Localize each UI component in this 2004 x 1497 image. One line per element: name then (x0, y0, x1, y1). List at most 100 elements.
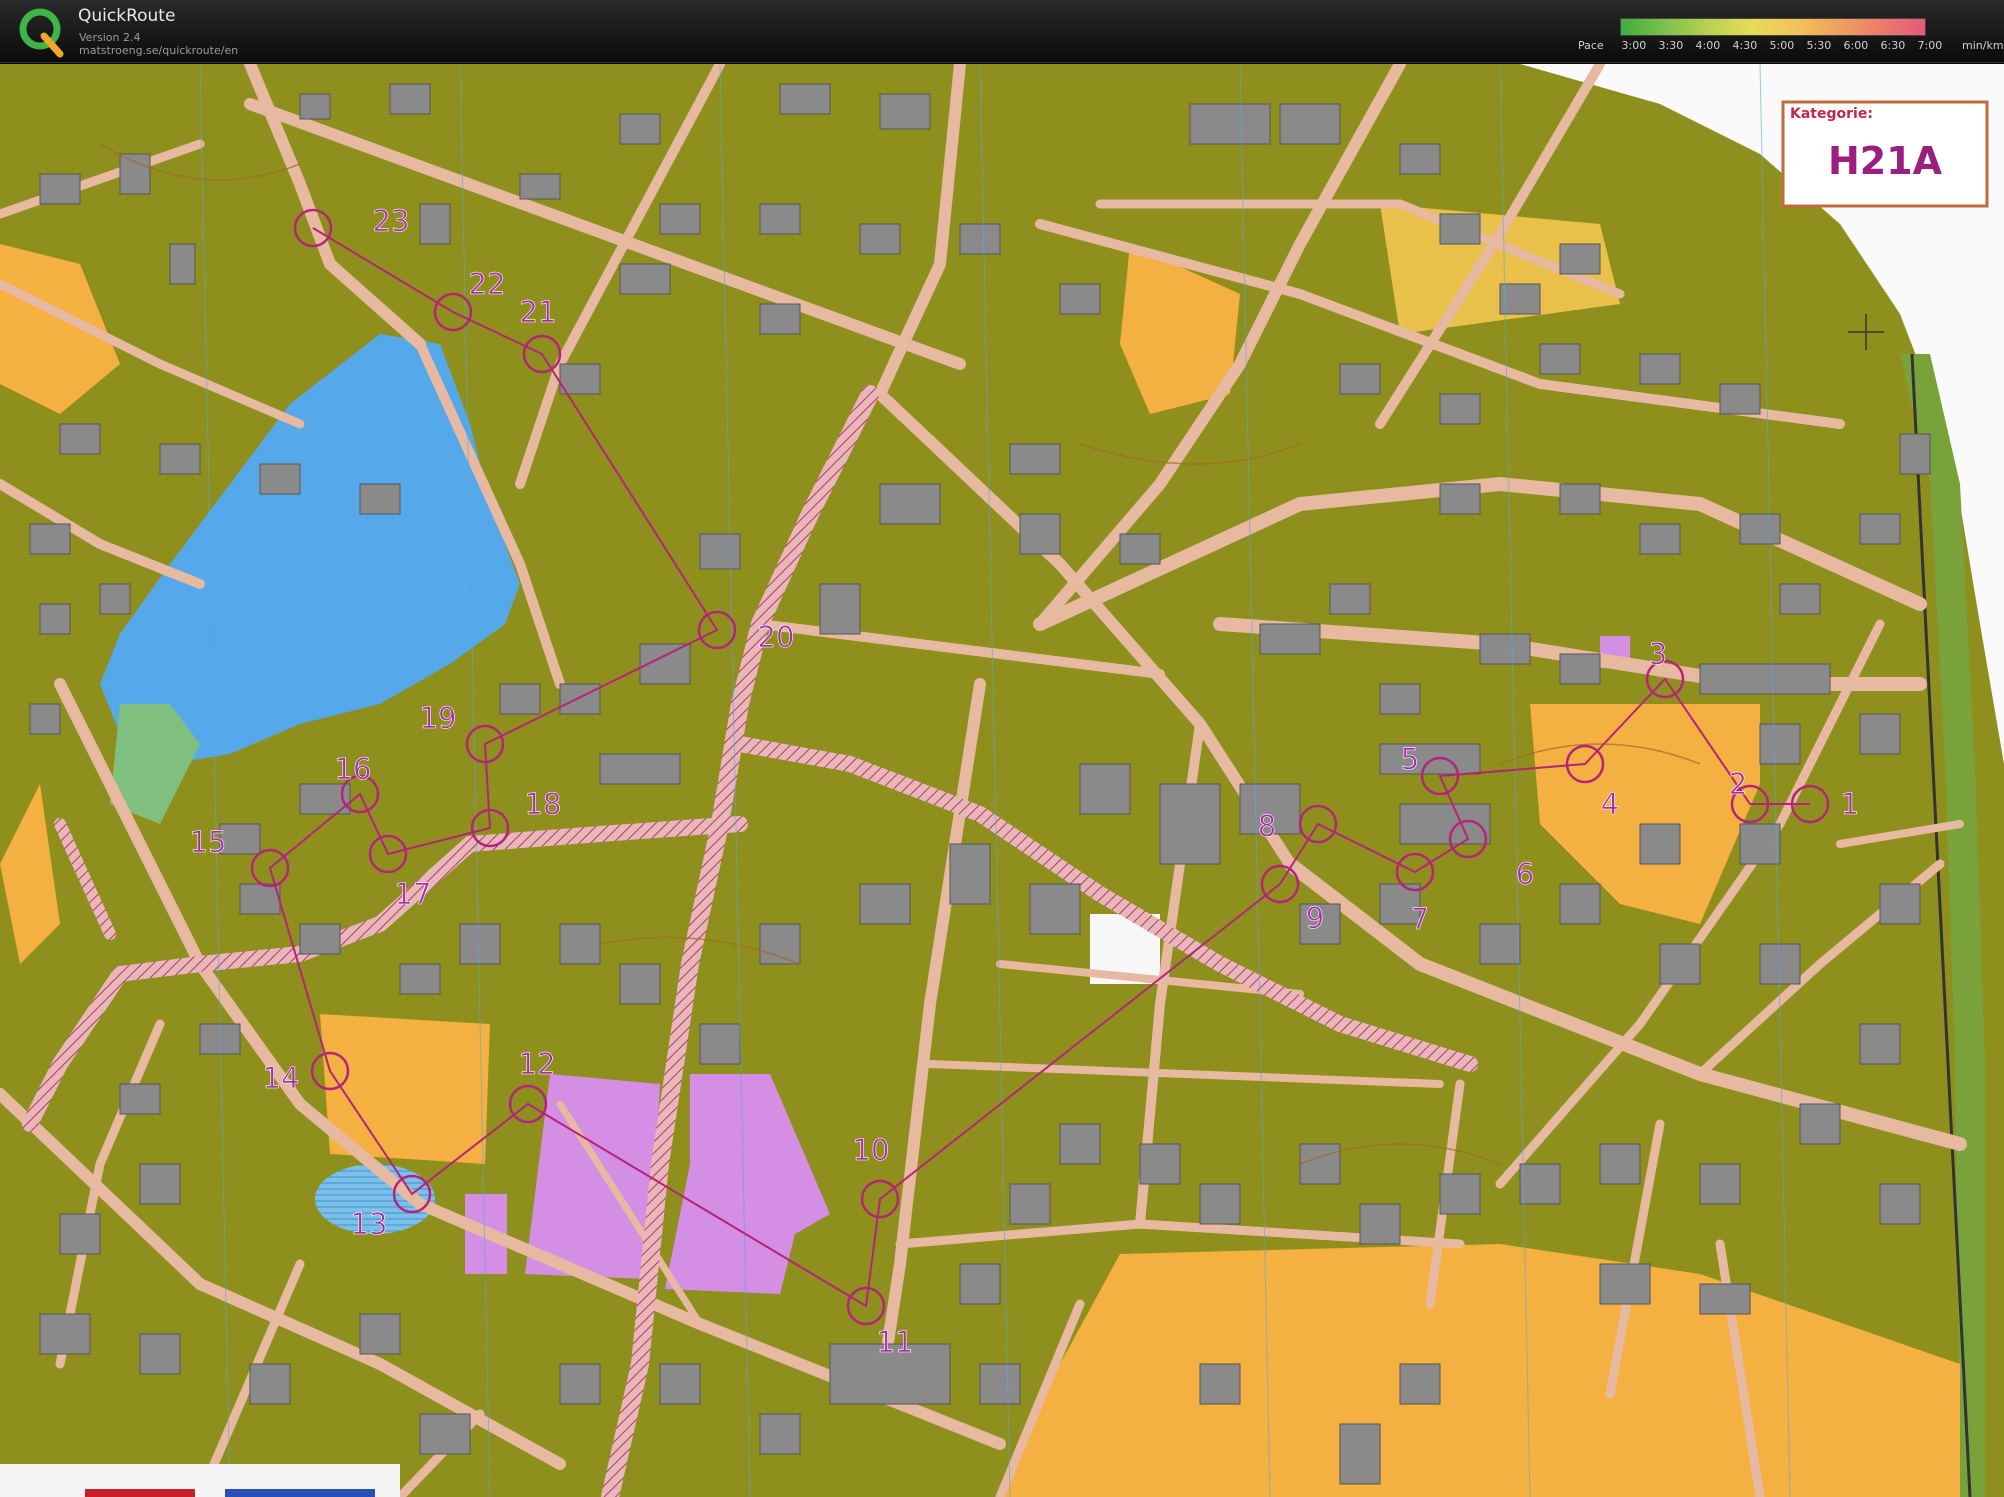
building (1399, 1363, 1441, 1405)
building (559, 363, 601, 395)
building (1359, 1203, 1401, 1245)
pace-legend: Pace 3:00 3:30 4:00 4:30 5:00 5:30 6:00 6:30 7:0… (1578, 39, 2004, 52)
building (139, 1163, 181, 1205)
building (1759, 723, 1801, 765)
building (859, 883, 911, 925)
building (119, 1083, 161, 1115)
building (99, 583, 131, 615)
building (1339, 1423, 1381, 1485)
building (699, 533, 741, 570)
building (1739, 823, 1781, 865)
pace-color-scale (1620, 18, 1926, 36)
building (1479, 633, 1531, 665)
building (1439, 483, 1481, 515)
building (1659, 943, 1701, 985)
app-url[interactable]: matstroeng.se/quickroute/en (79, 44, 238, 57)
control-number: 1 (1841, 787, 1859, 821)
control-number: 11 (877, 1325, 914, 1359)
building (1859, 513, 1901, 545)
building (389, 83, 431, 115)
building (1559, 653, 1601, 685)
building (1739, 513, 1781, 545)
footer-red-bar (85, 1489, 195, 1497)
building (1599, 1143, 1641, 1185)
building (1479, 923, 1521, 965)
building (1699, 1283, 1751, 1315)
app-version: Version 2.4 (79, 31, 141, 44)
pace-tick: 5:30 (1806, 39, 1832, 52)
building (879, 483, 941, 525)
building (1599, 1263, 1651, 1305)
building (1519, 1163, 1561, 1205)
building (1439, 213, 1481, 245)
control-number: 6 (1516, 857, 1534, 891)
building (359, 483, 401, 515)
control-number: 17 (395, 877, 432, 911)
building (139, 1333, 181, 1375)
control-number: 15 (190, 825, 227, 859)
map-canvas[interactable]: 1234567891011121314151617181920212223 Ka… (0, 64, 2004, 1497)
control-number: 3 (1649, 637, 1667, 671)
control-number: 10 (853, 1133, 890, 1167)
building (459, 923, 501, 965)
building (559, 923, 601, 965)
building (169, 243, 196, 285)
app-header: QuickRoute Version 2.4 matstroeng.se/qui… (0, 0, 2004, 63)
category-box: Kategorie: H21A (1781, 100, 1989, 208)
pace-tick: 7:00 (1917, 39, 1943, 52)
building (1879, 1183, 1921, 1225)
building (659, 1363, 701, 1405)
control-number: 21 (520, 295, 557, 329)
building (1759, 943, 1801, 985)
building (1539, 343, 1581, 375)
building (519, 173, 561, 200)
pace-tick: 4:30 (1732, 39, 1758, 52)
building (59, 423, 101, 455)
control-number: 19 (420, 701, 457, 735)
building (1009, 1183, 1051, 1225)
orienteering-map[interactable]: 1 2 3 4 5 6 7 8 9 10 11 12 13 14 15 16 17 18 19 20 21 22 23 Ka… (0, 64, 2004, 1497)
building (119, 153, 151, 195)
control-number: 5 (1401, 742, 1419, 776)
control-number: 16 (335, 752, 372, 786)
building (949, 843, 991, 905)
control-number: 23 (373, 204, 410, 238)
building (1079, 763, 1131, 815)
building (1189, 103, 1271, 145)
building (1719, 383, 1761, 415)
building (759, 1413, 801, 1455)
building (699, 1023, 741, 1065)
control-number: 9 (1306, 901, 1324, 935)
building (1279, 103, 1341, 145)
pace-tick: 3:00 (1621, 39, 1647, 52)
building (659, 203, 701, 235)
building (419, 1413, 471, 1455)
building (39, 1313, 91, 1355)
building (1019, 513, 1061, 555)
building (759, 203, 801, 235)
building (859, 223, 901, 255)
pace-tick: 3:30 (1658, 39, 1684, 52)
building (1199, 1183, 1241, 1225)
building (1119, 533, 1161, 565)
building (619, 963, 661, 1005)
building (359, 1313, 401, 1355)
building (29, 523, 71, 555)
building (979, 1363, 1021, 1405)
building (1559, 483, 1601, 515)
pace-tick: 6:30 (1880, 39, 1906, 52)
building (759, 303, 801, 335)
building (1879, 883, 1921, 925)
building (1199, 1363, 1241, 1405)
pace-tick: 5:00 (1769, 39, 1795, 52)
building (1299, 1143, 1341, 1185)
control-number: 13 (351, 1207, 388, 1241)
control-number: 8 (1258, 809, 1276, 843)
control-number: 14 (263, 1061, 300, 1095)
quickroute-logo-icon (19, 8, 64, 58)
footer-blue-bar (225, 1489, 375, 1497)
building (399, 963, 441, 995)
building (879, 93, 931, 130)
building (1059, 1123, 1101, 1165)
building (759, 923, 801, 965)
